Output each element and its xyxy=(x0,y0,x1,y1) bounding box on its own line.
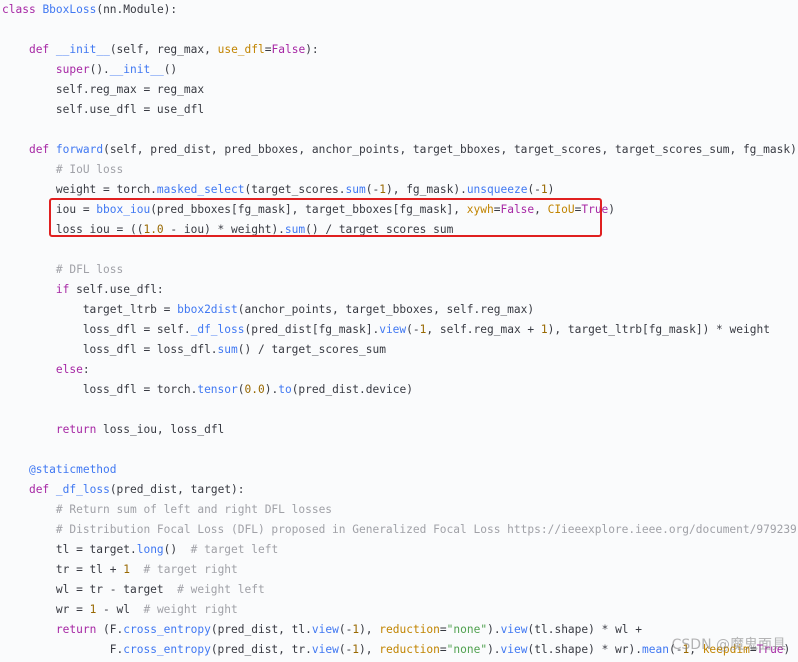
code-line: def _df_loss(pred_dist, target): xyxy=(28,483,245,496)
code-line: # Distribution Focal Loss (DFL) proposed… xyxy=(55,523,798,536)
code-line: wr = 1 - wl # weight right xyxy=(2,603,238,616)
code-line: tr = tl + 1 # target right xyxy=(2,563,238,576)
code-line: self.use_dfl = use_dfl xyxy=(2,103,205,116)
code-line: return (F.cross_entropy(pred_dist, tl.vi… xyxy=(55,623,643,636)
code-line: self.reg_max = reg_max xyxy=(2,83,205,96)
code-line: wl = tr - target # weight left xyxy=(2,583,265,596)
code-line: loss_dfl = loss_dfl.sum() / target_score… xyxy=(2,343,386,356)
code-line: target_ltrb = bbox2dist(anchor_points, t… xyxy=(2,303,535,316)
code-line: tl = target.long() # target left xyxy=(2,543,279,556)
code-line: loss_dfl = self._df_loss(pred_dist[fg_ma… xyxy=(2,323,770,336)
code-line: # Return sum of left and right DFL losse… xyxy=(55,503,333,516)
code-line: class BboxLoss(nn.Module): xyxy=(2,3,178,16)
code-line: return loss_iou, loss_dfl xyxy=(55,423,225,436)
code-line: def __init__(self, reg_max, use_dfl=Fals… xyxy=(28,43,319,56)
watermark: CSDN @魔鬼面具 xyxy=(671,637,786,653)
code-line: else: xyxy=(55,363,90,376)
code-line: super().__init__() xyxy=(55,63,178,76)
code-line: if self.use_dfl: xyxy=(55,283,164,296)
code-line: # IoU loss xyxy=(55,163,124,176)
highlight-box xyxy=(49,198,602,237)
code-line: weight = torch.masked_select(target_scor… xyxy=(2,183,555,196)
code-line: loss_dfl = torch.tensor(0.0).to(pred_dis… xyxy=(2,383,413,396)
code-line: @staticmethod xyxy=(28,463,117,476)
code-block: class BboxLoss(nn.Module): def __init__(… xyxy=(0,0,798,662)
code-line: def forward(self, pred_dist, pred_bboxes… xyxy=(28,143,798,156)
code-line: # DFL loss xyxy=(55,263,124,276)
